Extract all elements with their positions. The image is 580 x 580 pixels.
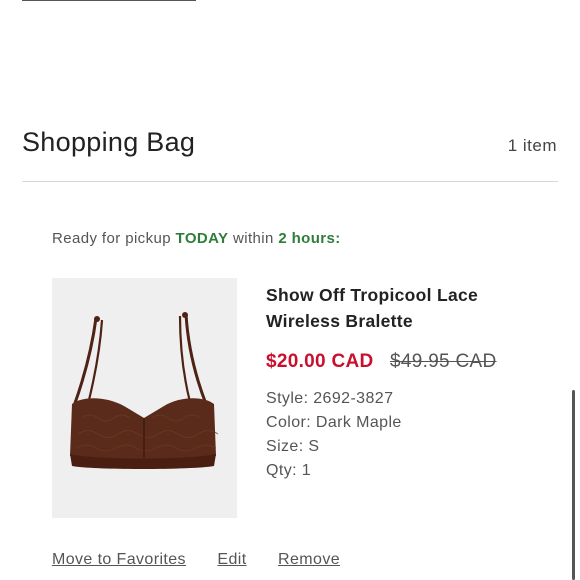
item-size: Size: S bbox=[266, 438, 320, 455]
pickup-within: within bbox=[232, 230, 274, 247]
pickup-window: 2 hours: bbox=[278, 230, 341, 247]
original-price: $49.95 CAD bbox=[390, 351, 497, 372]
page: Shopping Bag 1 item Ready for pickup TOD… bbox=[0, 0, 580, 580]
pickup-prefix: Ready for pickup bbox=[52, 230, 171, 247]
top-divider bbox=[22, 0, 196, 1]
bag-header: Shopping Bag 1 item bbox=[22, 124, 557, 164]
item-qty: Qty: 1 bbox=[266, 462, 312, 479]
item-actions: Move to Favorites Edit Remove bbox=[52, 551, 367, 569]
item-style: Style: 2692-3827 bbox=[266, 390, 394, 407]
bag-title: Shopping Bag bbox=[22, 127, 196, 157]
pickup-today: TODAY bbox=[175, 230, 229, 247]
header-divider bbox=[22, 181, 558, 182]
move-to-favorites-link[interactable]: Move to Favorites bbox=[52, 551, 186, 568]
product-name[interactable]: Show Off Tropicool Lace Wireless Bralett… bbox=[266, 282, 506, 334]
edit-link[interactable]: Edit bbox=[217, 551, 246, 568]
item-color: Color: Dark Maple bbox=[266, 414, 402, 431]
scrollbar[interactable] bbox=[572, 390, 575, 580]
item-attributes: Style: 2692-3827 Color: Dark Maple Size:… bbox=[266, 387, 506, 483]
product-image[interactable] bbox=[52, 278, 237, 518]
price-block: $20.00 CAD $49.95 CAD bbox=[266, 346, 506, 379]
remove-link[interactable]: Remove bbox=[278, 551, 340, 568]
pickup-message: Ready for pickup TODAY within 2 hours: bbox=[52, 230, 341, 247]
bag-item-count: 1 item bbox=[507, 136, 557, 155]
item-details: Show Off Tropicool Lace Wireless Bralett… bbox=[266, 282, 506, 483]
sale-price: $20.00 CAD bbox=[266, 351, 374, 372]
bralette-image bbox=[70, 312, 219, 469]
